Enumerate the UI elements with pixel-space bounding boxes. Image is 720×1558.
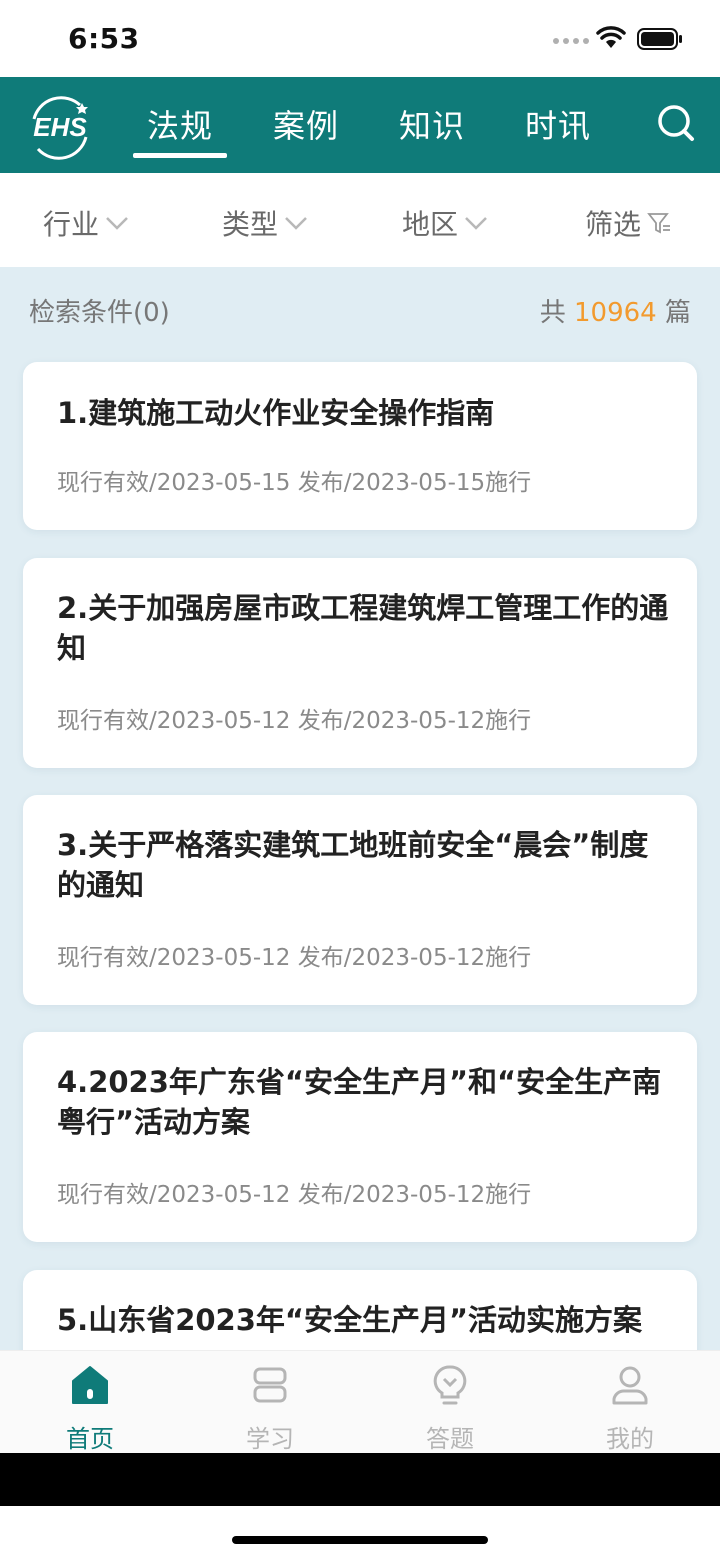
lightbulb-icon — [433, 1365, 467, 1405]
tab-study-label: 学习 — [246, 1425, 294, 1453]
total-count-number: 10964 — [574, 298, 657, 328]
book-icon — [253, 1367, 287, 1403]
tab-home[interactable]: 首页 — [40, 1363, 140, 1454]
tab-home-label: 首页 — [66, 1425, 114, 1453]
app-header: EHS 法规 案例 知识 时讯 — [0, 77, 720, 173]
user-icon — [612, 1366, 648, 1405]
article-title: 4.2023年广东省“安全生产月”和“安全生产南粤行”活动方案 — [57, 1065, 662, 1139]
region-filter[interactable]: 地区 — [402, 203, 488, 243]
home-icon — [72, 1366, 108, 1404]
article-meta: 现行有效/2023-05-12 发布/2023-05-12施行 — [57, 1182, 532, 1208]
article-title: 3.关于严格落实建筑工地班前安全“晨会”制度的通知 — [57, 828, 649, 902]
article-card[interactable]: 1.建筑施工动火作业安全操作指南 现行有效/2023-05-15 发布/2023… — [23, 362, 697, 530]
tab-regulations[interactable]: 法规 — [132, 101, 228, 158]
chevron-down-icon — [465, 217, 487, 230]
bottom-tab-bar: 首页 学习 答题 我的 — [0, 1350, 720, 1453]
article-title: 2.关于加强房屋市政工程建筑焊工管理工作的通知 — [57, 591, 669, 665]
article-title: 5.山东省2023年“安全生产月”活动实施方案 — [57, 1303, 643, 1337]
ehs-logo: EHS — [32, 96, 88, 160]
type-filter[interactable]: 类型 — [222, 203, 308, 243]
article-meta: 现行有效/2023-05-15 发布/2023-05-15施行 — [57, 470, 532, 496]
search-icon[interactable] — [656, 103, 696, 143]
tab-knowledge[interactable]: 知识 — [399, 101, 465, 147]
article-card[interactable]: 4.2023年广东省“安全生产月”和“安全生产南粤行”活动方案 现行有效/202… — [23, 1032, 697, 1242]
industry-filter-label: 行业 — [43, 208, 100, 241]
article-card[interactable]: 3.关于严格落实建筑工地班前安全“晨会”制度的通知 现行有效/2023-05-1… — [23, 795, 697, 1005]
signal-icon — [553, 38, 589, 44]
article-card[interactable]: 2.关于加强房屋市政工程建筑焊工管理工作的通知 现行有效/2023-05-12 … — [23, 558, 697, 768]
tab-cases[interactable]: 案例 — [273, 101, 339, 147]
tab-news[interactable]: 时讯 — [525, 101, 591, 147]
tab-quiz-label: 答题 — [426, 1425, 474, 1453]
industry-filter[interactable]: 行业 — [43, 203, 129, 243]
screen-filter[interactable]: 筛选 — [585, 203, 671, 243]
home-indicator[interactable] — [232, 1536, 488, 1544]
chevron-down-icon — [285, 217, 307, 230]
search-criteria[interactable]: 检索条件(0) — [29, 292, 170, 329]
region-filter-label: 地区 — [402, 208, 459, 241]
battery-icon — [637, 28, 682, 50]
article-meta: 现行有效/2023-05-12 发布/2023-05-12施行 — [57, 945, 532, 971]
total-suffix: 篇 — [664, 298, 691, 328]
article-meta: 现行有效/2023-05-12 发布/2023-05-12施行 — [57, 708, 532, 734]
filter-icon — [647, 213, 671, 234]
article-list-area: 检索条件(0) 共 10964 篇 1.建筑施工动火作业安全操作指南 现行有效/… — [0, 267, 720, 1350]
home-indicator-area — [0, 1506, 720, 1558]
total-prefix: 共 — [539, 298, 566, 328]
filter-bar: 行业 类型 地区 筛选 — [0, 173, 720, 267]
chevron-down-icon — [106, 217, 128, 230]
black-band — [0, 1453, 720, 1506]
status-bar: 6:53 — [0, 0, 720, 77]
tab-quiz[interactable]: 答题 — [400, 1363, 500, 1454]
wifi-icon — [596, 26, 626, 48]
total-count: 共 10964 篇 — [540, 292, 691, 329]
article-title: 1.建筑施工动火作业安全操作指南 — [57, 396, 495, 430]
screen-filter-label: 筛选 — [585, 208, 642, 241]
status-time: 6:53 — [68, 22, 140, 55]
svg-text:EHS: EHS — [33, 112, 87, 142]
tab-study[interactable]: 学习 — [220, 1363, 320, 1454]
tab-mine-label: 我的 — [606, 1425, 654, 1453]
type-filter-label: 类型 — [222, 208, 279, 241]
article-card[interactable]: 5.山东省2023年“安全生产月”活动实施方案 — [23, 1270, 697, 1350]
tab-mine[interactable]: 我的 — [580, 1363, 680, 1454]
